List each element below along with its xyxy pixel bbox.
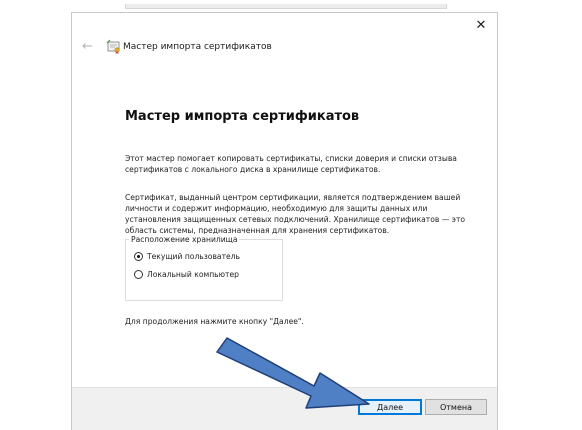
certificate-import-wizard-window: ✕ ← Мастер импорта сертификатов Мастер и…: [71, 12, 498, 430]
close-icon[interactable]: ✕: [473, 17, 489, 33]
continue-hint: Для продолжения нажмите кнопку "Далее".: [125, 317, 304, 326]
store-location-label: Расположение хранилища: [129, 234, 240, 245]
radio-button-checked[interactable]: [134, 252, 143, 261]
intro-paragraph: Этот мастер помогает копировать сертифик…: [125, 154, 457, 174]
background-window-edge: [125, 4, 447, 9]
next-button[interactable]: Далее: [358, 399, 422, 415]
description-paragraph: Сертификат, выданный центром сертификаци…: [125, 193, 466, 235]
wizard-footer: Далее Отмена: [72, 387, 497, 430]
radio-current-user-label: Текущий пользователь: [147, 252, 241, 261]
radio-local-machine-label: Локальный компьютер: [147, 270, 239, 279]
certificate-icon: [106, 39, 120, 54]
window-title: Мастер импорта сертификатов: [123, 42, 272, 52]
radio-button-unchecked[interactable]: [134, 270, 143, 279]
store-location-group: Расположение хранилища Текущий пользоват…: [125, 234, 283, 301]
radio-current-user[interactable]: Текущий пользователь: [134, 252, 240, 261]
radio-local-machine[interactable]: Локальный компьютер: [134, 270, 239, 279]
back-arrow-icon[interactable]: ←: [82, 40, 93, 54]
cancel-button[interactable]: Отмена: [425, 399, 487, 415]
page-heading: Мастер импорта сертификатов: [125, 109, 360, 124]
